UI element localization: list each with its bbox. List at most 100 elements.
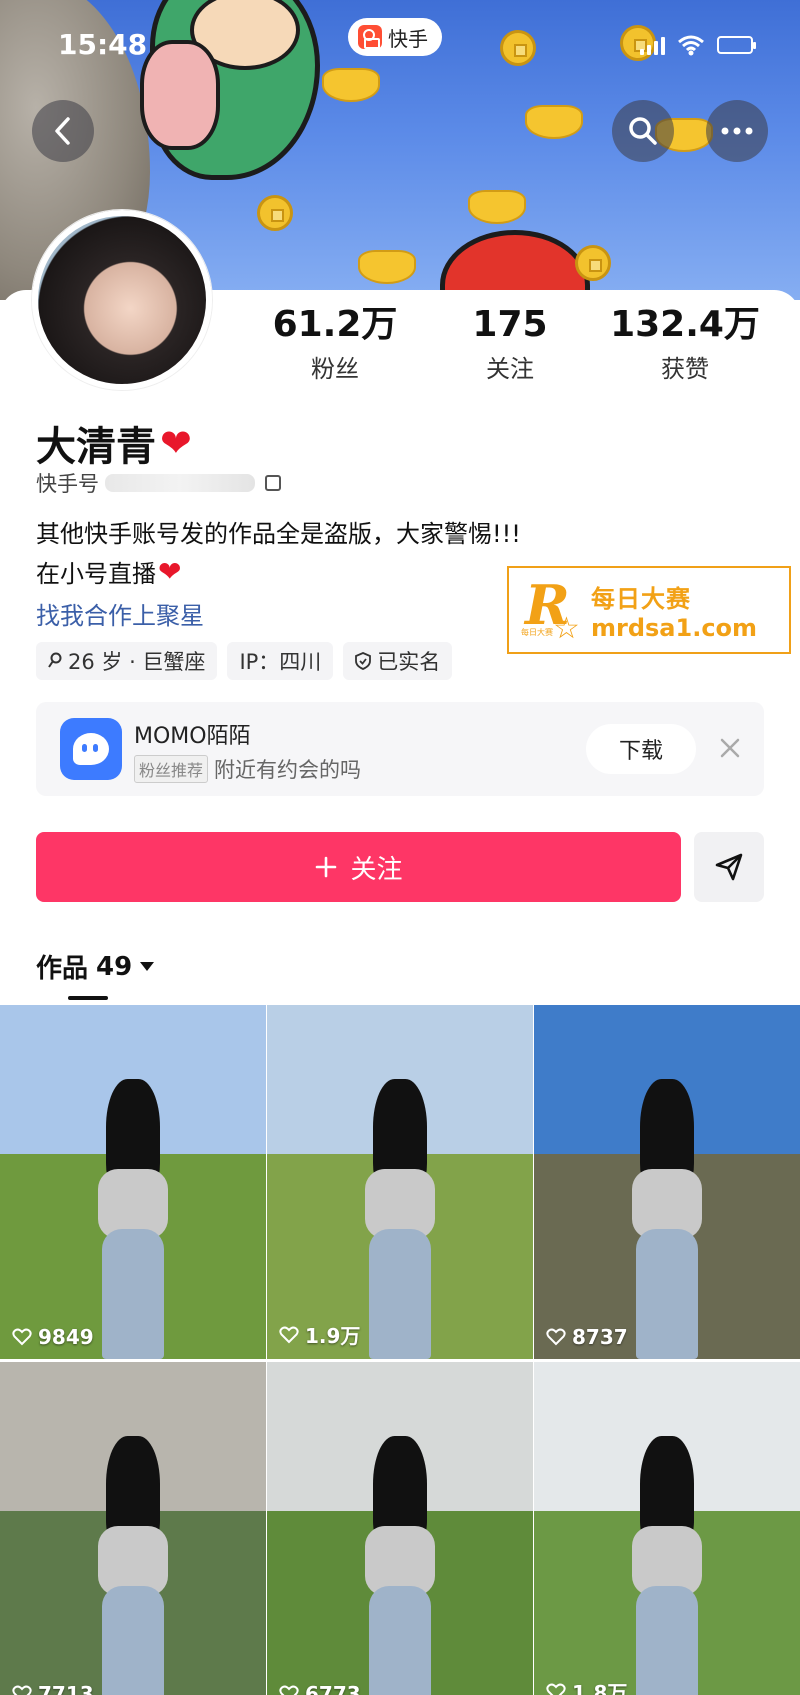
- like-count: 6773: [279, 1682, 361, 1695]
- profile-tags: 26 岁 · 巨蟹座 IP：四川 已实名: [36, 642, 453, 680]
- banner-cartoon-hand: [140, 40, 220, 150]
- stat-value: 61.2万: [272, 304, 398, 345]
- back-button[interactable]: [32, 100, 94, 162]
- work-thumbnail[interactable]: 7713: [0, 1362, 266, 1695]
- kuaishou-id: 快手号: [36, 468, 281, 498]
- app-badge-label: 快手: [388, 26, 428, 51]
- bio-line-2-text: 在小号直播: [36, 560, 156, 588]
- stat-likes[interactable]: 132.4万 获赞: [600, 303, 770, 384]
- heart-emoji-icon: ❤: [160, 421, 192, 465]
- app-badge: 快手: [348, 18, 442, 56]
- like-count-value: 1.9万: [305, 1324, 361, 1348]
- send-icon: [715, 853, 743, 881]
- profile-name: 大清青 ❤: [36, 414, 192, 472]
- coin-decoration: [575, 245, 611, 281]
- ingot-decoration: [322, 68, 380, 102]
- send-message-button[interactable]: [694, 832, 764, 902]
- momo-app-icon: [60, 718, 122, 780]
- back-icon: [55, 117, 70, 145]
- kuaishou-id-label: 快手号: [36, 472, 99, 496]
- watermark-line-1: 每日大赛: [591, 584, 691, 613]
- shield-icon: [355, 652, 372, 670]
- works-grid: 9849 1.9万 8737 7713 6773 1.8万: [0, 1005, 800, 1695]
- tab-works[interactable]: 作品 49: [36, 948, 155, 985]
- coin-decoration: [500, 30, 536, 66]
- thumb-person: [88, 1436, 178, 1695]
- stat-followers[interactable]: 61.2万 粉丝: [250, 303, 420, 384]
- stat-label: 关注: [486, 355, 534, 383]
- watermark-line-2: mrdsa1.com: [591, 613, 758, 642]
- search-icon: [629, 117, 657, 145]
- copy-icon[interactable]: [265, 475, 281, 491]
- caret-down-icon: [140, 962, 155, 971]
- kuaishou-logo-icon: [358, 25, 382, 49]
- coin-decoration: [257, 195, 293, 231]
- like-count-value: 9849: [38, 1325, 94, 1349]
- thumb-person: [622, 1436, 712, 1695]
- work-thumbnail[interactable]: 1.9万: [267, 1005, 533, 1359]
- tag-text: 已实名: [377, 650, 441, 674]
- avatar[interactable]: [32, 210, 212, 390]
- tag-age-zodiac: 26 岁 · 巨蟹座: [36, 642, 218, 680]
- thumb-person: [622, 1079, 712, 1359]
- heart-emoji-icon: ❤: [158, 554, 182, 588]
- watermark-overlay: R ☆ 每日大赛 每日大赛 mrdsa1.com: [507, 566, 791, 654]
- like-count: 1.9万: [279, 1320, 360, 1349]
- heart-icon: [546, 1328, 566, 1346]
- tab-underline: [68, 996, 108, 1000]
- bio-line-1: 其他快手账号发的作品全是盗版，大家警惕!!!: [36, 520, 521, 548]
- tag-verified: 已实名: [343, 642, 453, 680]
- like-count-value: 8737: [572, 1325, 628, 1349]
- stat-label: 粉丝: [311, 355, 359, 383]
- more-button[interactable]: [706, 100, 768, 162]
- more-icon: [721, 127, 753, 135]
- like-count: 8737: [546, 1325, 628, 1349]
- ad-subtitle-row: 粉丝推荐 附近有约会的吗: [134, 754, 361, 784]
- heart-icon: [546, 1683, 566, 1695]
- ad-banner[interactable]: MOMO陌陌 粉丝推荐 附近有约会的吗 下载: [36, 702, 764, 796]
- stat-label: 获赞: [661, 355, 709, 383]
- ad-download-button[interactable]: 下载: [586, 724, 696, 774]
- watermark-text: 每日大赛 mrdsa1.com: [591, 579, 757, 642]
- bio-link[interactable]: 找我合作上聚星: [36, 596, 204, 631]
- like-count: 7713: [12, 1682, 94, 1695]
- ingot-decoration: [525, 105, 583, 139]
- like-count: 1.8万: [546, 1677, 627, 1695]
- wifi-icon: [678, 35, 704, 56]
- profile-name-text: 大清青: [36, 424, 156, 470]
- work-thumbnail[interactable]: 1.8万: [534, 1362, 800, 1695]
- heart-icon: [279, 1326, 299, 1343]
- watermark-logo-small-text: 每日大赛: [521, 628, 553, 637]
- works-tab-label: 作品: [36, 954, 89, 984]
- like-count-value: 7713: [38, 1682, 94, 1695]
- ingot-decoration: [358, 250, 416, 284]
- like-count: 9849: [12, 1325, 94, 1349]
- work-thumbnail[interactable]: 9849: [0, 1005, 266, 1359]
- tag-text: 26 岁 · 巨蟹座: [68, 650, 206, 674]
- ad-chip: 粉丝推荐: [134, 755, 209, 783]
- stat-value: 175: [472, 304, 548, 345]
- profile-stats: 61.2万 粉丝 175 关注 132.4万 获赞: [250, 303, 770, 384]
- thumb-person: [88, 1079, 178, 1359]
- follow-button[interactable]: 关注: [36, 832, 681, 902]
- kuaishou-id-redacted: [105, 474, 255, 492]
- like-count-value: 1.8万: [572, 1681, 628, 1695]
- status-icons: [640, 34, 756, 56]
- watermark-logo: R ☆ 每日大赛: [521, 573, 580, 646]
- heart-icon: [279, 1685, 299, 1695]
- battery-icon: [717, 36, 756, 54]
- search-button[interactable]: [612, 100, 674, 162]
- work-thumbnail[interactable]: 6773: [267, 1362, 533, 1695]
- plus-icon: [316, 856, 337, 878]
- thumb-person: [355, 1436, 445, 1695]
- location-icon: [48, 652, 62, 668]
- tag-ip: IP：四川: [227, 642, 334, 680]
- like-count-value: 6773: [305, 1682, 361, 1695]
- signal-icon: [640, 35, 665, 55]
- ad-title: MOMO陌陌: [134, 724, 251, 749]
- ingot-decoration: [468, 190, 526, 224]
- ad-subtitle: 附近有约会的吗: [214, 758, 362, 782]
- stat-following[interactable]: 175 关注: [425, 303, 595, 384]
- close-icon[interactable]: [714, 732, 746, 764]
- work-thumbnail[interactable]: 8737: [534, 1005, 800, 1359]
